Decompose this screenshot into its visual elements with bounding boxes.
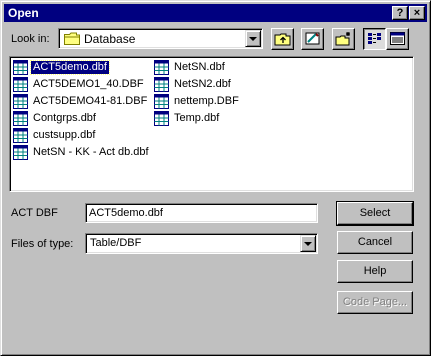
open-dialog: Open ? × Look in: Database ACT5demo.dbf … bbox=[0, 0, 431, 356]
list-view-button[interactable] bbox=[363, 28, 386, 50]
file-name: nettemp.DBF bbox=[174, 95, 239, 107]
help-icon-button[interactable]: ? bbox=[392, 6, 408, 20]
file-name: NetSN - KK - Act db.dbf bbox=[33, 146, 149, 158]
new-folder-icon bbox=[335, 32, 350, 46]
details-view-button[interactable] bbox=[386, 28, 409, 50]
table-file-icon bbox=[13, 94, 28, 109]
file-list[interactable]: ACT5demo.dbf ACT5DEMO1_40.DBF ACT5DEMO41-8… bbox=[9, 56, 414, 192]
file-name: custsupp.dbf bbox=[33, 129, 96, 141]
desktop-button[interactable] bbox=[301, 28, 324, 50]
table-file-icon bbox=[13, 60, 28, 75]
code-page-button: Code Page... bbox=[337, 291, 413, 314]
up-one-level-button[interactable] bbox=[271, 28, 294, 50]
file-name: ACT5DEMO1_40.DBF bbox=[33, 78, 144, 90]
file-name: ACT5demo.dbf bbox=[30, 60, 110, 75]
title-bar[interactable]: Open ? × bbox=[4, 4, 427, 22]
folder-icon bbox=[64, 32, 80, 45]
lookin-dropdown[interactable]: Database bbox=[58, 28, 263, 49]
list-view-icon bbox=[368, 33, 381, 44]
up-folder-icon bbox=[274, 33, 291, 46]
filename-label: ACT DBF bbox=[11, 207, 58, 219]
chevron-down-icon[interactable] bbox=[300, 235, 316, 252]
file-name: NetSN.dbf bbox=[174, 61, 225, 73]
file-name: Temp.dbf bbox=[174, 112, 220, 124]
lookin-label: Look in: bbox=[11, 33, 50, 45]
table-file-icon bbox=[154, 77, 169, 92]
file-name: ACT5DEMO41-81.DBF bbox=[33, 95, 148, 107]
chevron-down-icon[interactable] bbox=[245, 30, 261, 47]
filetype-dropdown[interactable]: Table/DBF bbox=[85, 233, 318, 254]
cancel-button[interactable]: Cancel bbox=[337, 231, 413, 254]
close-icon[interactable]: × bbox=[409, 6, 425, 20]
file-name: Contgrps.dbf bbox=[33, 112, 96, 124]
lookin-value: Database bbox=[84, 32, 136, 46]
table-file-icon bbox=[154, 60, 169, 75]
desktop-icon bbox=[305, 32, 320, 45]
details-view-icon bbox=[390, 32, 405, 45]
table-file-icon bbox=[154, 94, 169, 109]
filename-input[interactable] bbox=[85, 203, 318, 223]
window-title: Open bbox=[8, 6, 39, 20]
filetype-value: Table/DBF bbox=[90, 237, 142, 249]
table-file-icon bbox=[13, 111, 28, 126]
table-file-icon bbox=[13, 128, 28, 143]
help-button[interactable]: Help bbox=[337, 260, 413, 283]
file-name: NetSN2.dbf bbox=[174, 78, 231, 90]
table-file-icon bbox=[154, 111, 169, 126]
filetype-label: Files of type: bbox=[11, 238, 74, 250]
table-file-icon bbox=[13, 77, 28, 92]
table-file-icon bbox=[13, 145, 28, 160]
new-folder-button[interactable] bbox=[332, 28, 355, 50]
select-button[interactable]: Select bbox=[336, 201, 414, 226]
